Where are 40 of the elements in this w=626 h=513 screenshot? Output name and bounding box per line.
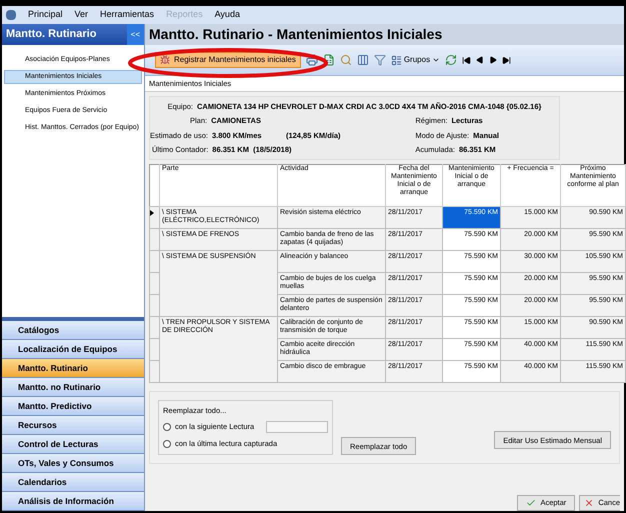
menu-item[interactable]: Herramientas xyxy=(100,8,154,22)
reading-input[interactable] xyxy=(266,420,328,433)
menu-item[interactable]: Principal xyxy=(28,8,63,22)
page-title: Mantto. Rutinario - Mantenimientos Iniciales xyxy=(149,25,442,44)
register-button[interactable]: Registrar Mantenimientos iniciales xyxy=(155,52,301,68)
nav-button[interactable]: Localización de Equipos xyxy=(2,340,144,359)
row-header[interactable] xyxy=(150,206,160,228)
list-icon xyxy=(390,54,402,66)
app-icon[interactable] xyxy=(6,10,16,20)
filter-icon[interactable] xyxy=(374,54,386,66)
previous-icon[interactable] xyxy=(476,56,484,64)
next-icon[interactable] xyxy=(489,56,498,64)
nav-button[interactable]: Mantto. Predictivo xyxy=(2,397,144,416)
nav-button[interactable]: Análisis de Información xyxy=(2,492,144,511)
nav-button[interactable]: Calendarios xyxy=(2,473,144,492)
menu-item[interactable]: Ver xyxy=(74,8,88,22)
nav-button[interactable]: Recursos xyxy=(2,416,144,435)
refresh-icon[interactable] xyxy=(445,54,458,66)
printer-icon[interactable] xyxy=(306,54,318,66)
menu-item[interactable]: Ayuda xyxy=(214,8,240,22)
check-icon xyxy=(526,498,536,508)
columns-icon[interactable] xyxy=(356,54,369,66)
nav-button[interactable]: Catálogos xyxy=(2,321,144,340)
sidebar-title: Mantto. Rutinario xyxy=(6,27,96,42)
caret-icon xyxy=(432,56,440,64)
close-icon xyxy=(584,498,594,508)
spreadsheet-icon[interactable] xyxy=(322,54,335,66)
radio-button[interactable] xyxy=(163,422,171,431)
bug-icon xyxy=(160,55,170,65)
groups-button[interactable]: Grupos xyxy=(390,54,440,66)
nav-button[interactable]: OTs, Vales y Consumos xyxy=(2,454,144,473)
search-icon[interactable] xyxy=(340,54,352,66)
nav-button[interactable]: Mantto. Rutinario xyxy=(2,359,144,378)
nav-button[interactable]: Mantto. no Rutinario xyxy=(2,378,144,397)
row-pointer-icon xyxy=(150,210,154,216)
nav-button[interactable]: Control de Lecturas xyxy=(2,435,144,454)
collapse-button[interactable]: << xyxy=(126,24,144,45)
radio-button[interactable] xyxy=(163,440,171,448)
first-icon[interactable] xyxy=(462,56,472,64)
last-icon[interactable] xyxy=(502,56,512,64)
